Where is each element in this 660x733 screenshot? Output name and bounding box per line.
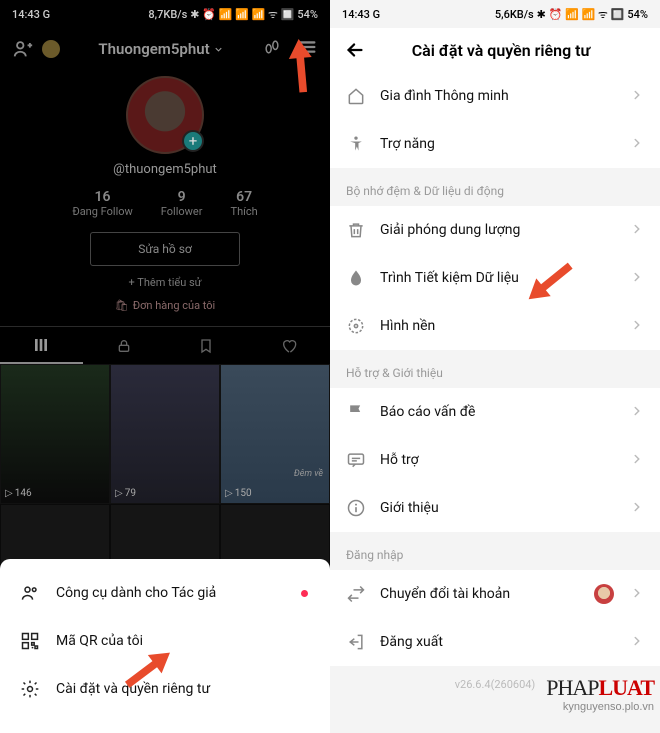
row-smart-family[interactable]: Gia đình Thông minh [330,72,660,120]
mini-avatar [594,584,614,604]
video-thumb[interactable]: ▷ 146 [0,364,110,504]
gear-icon [20,679,40,699]
wallpaper-icon [346,316,366,336]
video-thumb[interactable]: ▷ 79 [110,364,220,504]
info-icon [346,498,366,518]
add-bio-button[interactable]: + Thêm tiểu sử [0,276,330,289]
bag-icon: 🛍 [115,299,129,312]
data-saver-icon [346,268,366,288]
row-data-saver[interactable]: Trình Tiết kiệm Dữ liệu [330,254,660,302]
tab-grid[interactable] [0,327,83,364]
row-support[interactable]: Hỗ trợ [330,436,660,484]
switch-icon [346,584,366,604]
settings-header: Cài đặt và quyền riêng tư [330,28,660,72]
coin-icon[interactable] [42,40,60,58]
annotation-arrow [525,249,585,312]
trash-icon [346,220,366,240]
flag-icon [346,402,366,422]
section-support-label: Hỗ trợ & Giới thiệu [330,350,660,388]
row-free-space[interactable]: Giải phóng dung lượng [330,206,660,254]
person-icon [20,583,40,603]
row-accessibility[interactable]: Trợ năng [330,120,660,168]
section-cache-label: Bộ nhớ đệm & Dữ liệu di động [330,168,660,206]
tab-saved[interactable] [165,327,248,364]
profile-stats: 16Đang Follow 9Follower 67Thích [0,189,330,218]
statusbar-right: 14:43 G 5,6KB/s ✱ ⏰ 📶 📶 ᯤ 🔲 54% [330,0,660,28]
add-friend-icon[interactable] [12,38,34,60]
video-thumb[interactable]: Đêm về▷ 150 [220,364,330,504]
row-switch-account[interactable]: Chuyển đổi tài khoản [330,570,660,618]
qr-icon [20,631,40,651]
profile-name-dropdown[interactable]: Thuongem5phut [98,40,223,58]
edit-profile-button[interactable]: Sửa hồ sơ [90,232,240,266]
accessibility-icon [346,134,366,154]
avatar[interactable]: + [126,76,204,154]
chat-icon [346,450,366,470]
notification-dot [301,590,308,597]
logout-icon [346,632,366,652]
row-about[interactable]: Giới thiệu [330,484,660,532]
row-wallpaper[interactable]: Hình nền [330,302,660,350]
stat-followers[interactable]: 9Follower [161,189,203,218]
my-orders-link[interactable]: 🛍 Đơn hàng của tôi [0,299,330,312]
row-logout[interactable]: Đăng xuất [330,618,660,666]
house-icon [346,86,366,106]
username: @thuongem5phut [113,162,217,177]
stat-following[interactable]: 16Đang Follow [72,189,132,218]
row-report[interactable]: Báo cáo vấn đề [330,388,660,436]
avatar-add-icon[interactable]: + [182,130,204,152]
tab-private[interactable] [83,327,166,364]
section-login-label: Đăng nhập [330,532,660,570]
sheet-creator-tools[interactable]: Công cụ dành cho Tác giả [0,569,330,617]
statusbar-left: 14:43 G 8,7KB/s ✱ ⏰ 📶 📶 📶 ᯤ 🔲 54% [0,0,330,28]
stat-likes[interactable]: 67Thích [231,189,258,218]
annotation-arrow [112,638,174,703]
watermark: PHAPLUAT kynguyenso.plo.vn [546,675,654,713]
tab-liked[interactable] [248,327,331,364]
